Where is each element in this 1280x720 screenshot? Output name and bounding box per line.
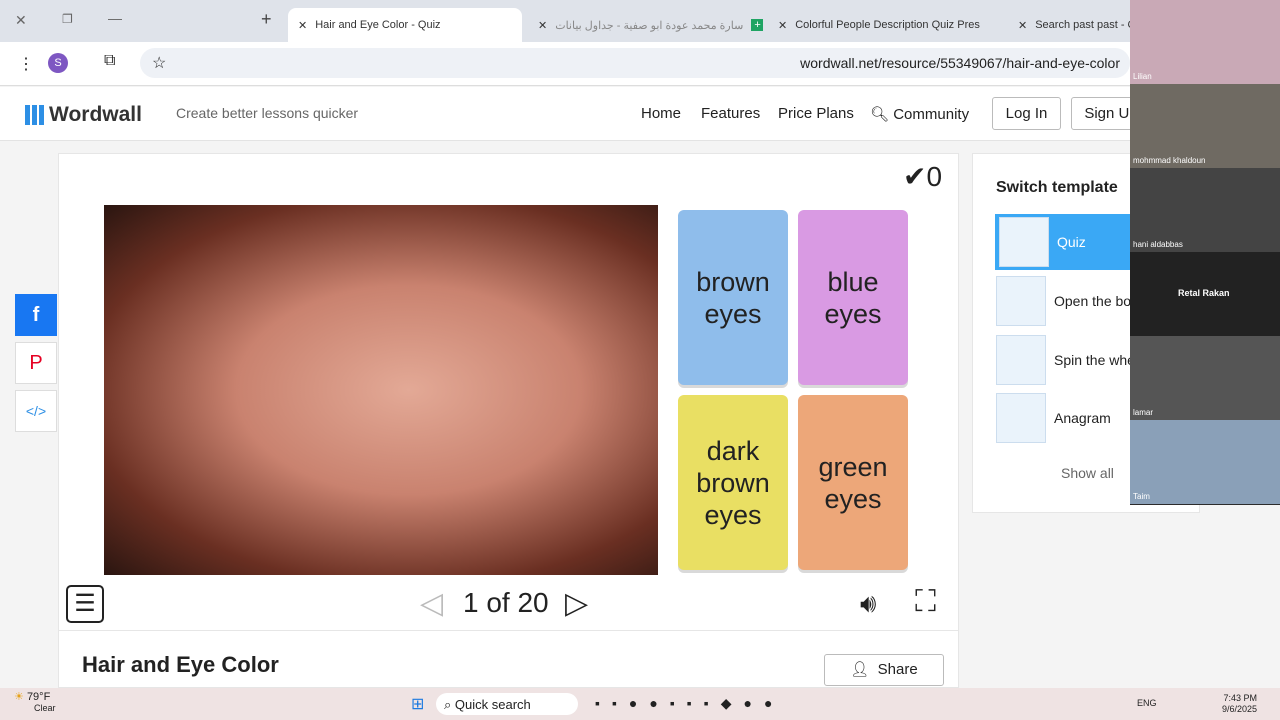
template-anagram[interactable]: Anagram	[996, 390, 1136, 446]
search-icon: ⌕	[444, 697, 452, 712]
menu-button[interactable]: ☰	[66, 585, 104, 623]
pinterest-share-button[interactable]: P	[15, 342, 57, 384]
answer-dark-brown-eyes[interactable]: dark brown eyes	[678, 395, 788, 570]
open-box-thumbnail	[996, 276, 1046, 326]
template-open-the-box[interactable]: Open the box	[996, 273, 1136, 329]
question-image	[104, 205, 658, 575]
taskbar-search[interactable]: ⌕ Quick search	[436, 693, 578, 715]
tab-colorful-people[interactable]: ✕ Colorful People Description Quiz Pres	[768, 8, 1003, 42]
divider	[58, 630, 959, 631]
weather-widget[interactable]: ☀ 79°F Clear	[14, 692, 56, 714]
nav-community[interactable]: 🔍︎ Community	[870, 105, 969, 123]
logo-icon	[25, 105, 45, 125]
share-button[interactable]: 👤︎ Share	[824, 654, 944, 686]
tab-hair-eye-quiz[interactable]: ✕ Hair and Eye Color - Quiz	[288, 8, 522, 42]
restore-icon[interactable]: ❐	[62, 12, 73, 26]
sound-icon[interactable]: 🔊︎	[860, 588, 876, 620]
weather-icon: ☀	[14, 691, 24, 703]
nav-price-plans[interactable]: Price Plans	[778, 105, 854, 122]
profile-avatar[interactable]: S	[48, 53, 68, 73]
quiz-thumbnail	[999, 217, 1049, 267]
close-tab-icon[interactable]: ✕	[1018, 19, 1027, 32]
progress-counter: 1 of 20	[463, 587, 549, 618]
answer-green-eyes[interactable]: green eyes	[798, 395, 908, 570]
search-icon: 🔍︎	[870, 106, 890, 123]
wordwall-logo[interactable]: Wordwall	[25, 103, 142, 127]
taskbar: ☀ 79°F Clear ⊞ ⌕ Quick search ▪▪●●▪▪▪◆●● …	[0, 688, 1280, 720]
new-tab-button[interactable]: +	[261, 9, 272, 30]
next-button[interactable]: ▷	[565, 586, 588, 621]
spin-wheel-thumbnail	[996, 335, 1046, 385]
previous-button[interactable]: ◁	[420, 586, 443, 621]
activity-title: Hair and Eye Color	[82, 652, 279, 677]
participant-tile: Taim	[1130, 420, 1280, 504]
show-all-link[interactable]: Show all	[1061, 465, 1114, 481]
template-quiz[interactable]: Quiz	[995, 214, 1135, 270]
star-icon[interactable]: ☆	[152, 53, 166, 73]
video-participants: Lilian mohmmad khaldoun hani aldabbas Re…	[1130, 0, 1280, 505]
answer-blue-eyes[interactable]: blue eyes	[798, 210, 908, 385]
anagram-thumbnail	[996, 393, 1046, 443]
tab-search[interactable]: ✕Search past past - Ca	[1008, 8, 1130, 42]
tab-sheets[interactable]: ✕ سارة محمد عودة ابو صفية - جداول بيانات +	[528, 8, 763, 42]
minimize-icon[interactable]: —	[108, 10, 122, 26]
sheets-icon: +	[751, 19, 763, 31]
url-input[interactable]: ☆ wordwall.net/resource/55349067/hair-and…	[140, 48, 1130, 78]
close-tab-icon[interactable]: ✕	[298, 19, 307, 32]
check-icon: ✔	[903, 161, 927, 192]
fullscreen-icon[interactable]: ⛶	[915, 585, 936, 619]
close-window-icon[interactable]: ✕	[15, 12, 27, 29]
participant-tile: lamar	[1130, 336, 1280, 420]
login-button[interactable]: Log In	[992, 97, 1061, 130]
clock[interactable]: 7:43 PM 9/6/2025	[1222, 693, 1257, 715]
pinned-apps-icon[interactable]: ▪▪●●▪▪▪◆●●	[595, 695, 784, 712]
panel-title: Switch template	[996, 179, 1118, 196]
language-indicator[interactable]: ENG	[1137, 698, 1157, 708]
template-spin-wheel[interactable]: Spin the wheel	[996, 332, 1136, 388]
tagline: Create better lessons quicker	[176, 105, 359, 121]
nav-home[interactable]: Home	[641, 105, 681, 122]
extensions-icon[interactable]: ⧉	[104, 52, 115, 70]
participant-tile: mohmmad khaldoun	[1130, 84, 1280, 168]
participant-tile: Retal Rakan	[1130, 252, 1280, 336]
tab-bar: ✕ ❐ — + ✕ Hair and Eye Color - Quiz ✕ سارة…	[0, 0, 1280, 42]
menu-dots-icon[interactable]: ⋮	[18, 54, 34, 74]
participant-tile: hani aldabbas	[1130, 168, 1280, 252]
answer-brown-eyes[interactable]: brown eyes	[678, 210, 788, 385]
windows-start-icon[interactable]: ⊞	[411, 694, 424, 714]
facebook-share-button[interactable]: f	[15, 294, 57, 336]
nav-features[interactable]: Features	[701, 105, 760, 122]
embed-button[interactable]: </>	[15, 390, 57, 432]
close-tab-icon[interactable]: ✕	[778, 19, 787, 32]
close-tab-icon[interactable]: ✕	[538, 19, 547, 32]
user-icon: 👤︎	[850, 661, 870, 678]
participant-tile: Lilian	[1130, 0, 1280, 84]
score: ✔0	[903, 161, 943, 192]
